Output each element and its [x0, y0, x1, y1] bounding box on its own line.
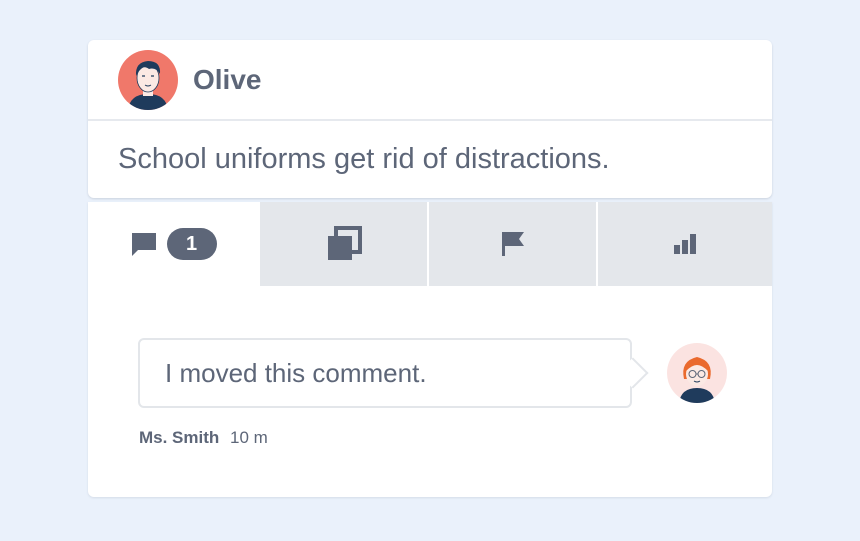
action-tabs: 1 [88, 202, 772, 286]
post-author-row: Olive [88, 40, 772, 121]
boy-avatar-icon [128, 60, 168, 110]
comment-time: 10 m [230, 428, 268, 447]
bar-chart-icon [674, 234, 696, 254]
bubble-tail [617, 357, 649, 389]
post-actions-panel: 1 I moved this comment. Ms. Smith 10 m [88, 202, 772, 497]
tab-flag[interactable] [427, 202, 596, 286]
post-card: Olive School uniforms get rid of distrac… [88, 40, 772, 198]
tab-copy[interactable] [258, 202, 427, 286]
flag-icon [501, 232, 524, 256]
comment-icon [131, 233, 156, 256]
comment-author: Ms. Smith [139, 428, 220, 447]
tab-stats[interactable] [596, 202, 772, 286]
commenter-avatar [667, 343, 727, 403]
author-avatar [118, 49, 178, 110]
post-author-name: Olive [193, 63, 262, 95]
tab-comments[interactable]: 1 [88, 202, 258, 286]
comment-bubble: I moved this comment. [138, 338, 649, 408]
copy-icon [327, 226, 362, 260]
comment-text: I moved this comment. [165, 357, 427, 388]
comment-count-badge: 1 [166, 228, 217, 260]
comment-meta: Ms. Smith 10 m [139, 428, 268, 448]
teacher-avatar-icon [679, 357, 715, 403]
post-text: School uniforms get rid of distractions. [118, 143, 610, 175]
